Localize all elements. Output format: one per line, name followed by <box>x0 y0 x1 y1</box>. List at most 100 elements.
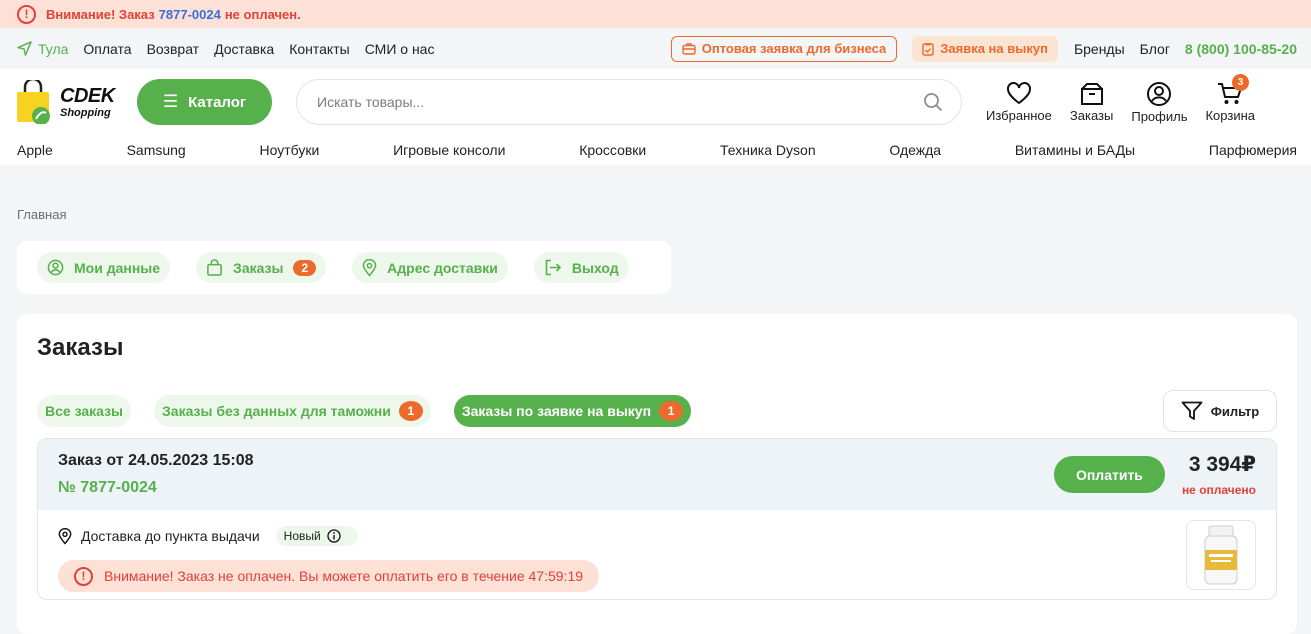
profile-link[interactable]: Профиль <box>1131 81 1187 124</box>
briefcase-icon <box>682 43 696 55</box>
delivery-info: Доставка до пункта выдачи Новый <box>58 526 1186 546</box>
alert-order-link[interactable]: 7877-0024 <box>159 7 221 22</box>
profile-label: Профиль <box>1131 108 1188 124</box>
alert-prefix: Внимание! Заказ <box>46 6 155 22</box>
search-input[interactable] <box>317 94 923 110</box>
tab-my-data-label: Мои данные <box>74 259 161 276</box>
tab-orders-label: Заказы <box>233 259 284 276</box>
category-apple[interactable]: Apple <box>17 142 53 158</box>
pay-button-label: Оплатить <box>1075 466 1143 483</box>
catalog-label: Каталог <box>188 93 247 111</box>
filter-all-label: Все заказы <box>45 403 124 419</box>
nav-link-delivery[interactable]: Доставка <box>214 41 274 57</box>
tab-logout-label: Выход <box>571 259 619 276</box>
map-pin-icon <box>58 527 72 545</box>
favorites-label: Избранное <box>986 107 1052 123</box>
filter-no-customs-label: Заказы без данных для таможни <box>162 403 391 419</box>
tab-delivery-address[interactable]: Адрес доставки <box>352 252 508 283</box>
order-number[interactable]: № 7877-0024 <box>58 479 1054 497</box>
nav-link-return[interactable]: Возврат <box>147 41 200 57</box>
no-customs-count-badge: 1 <box>398 401 423 421</box>
orders-count-badge: 2 <box>293 259 317 276</box>
category-samsung[interactable]: Samsung <box>127 142 186 158</box>
cart-count-badge: 3 <box>1232 73 1249 91</box>
tab-my-data[interactable]: Мои данные <box>37 252 171 283</box>
category-clothing[interactable]: Одежда <box>889 142 941 158</box>
filter-buyout-label: Заказы по заявке на выкуп <box>461 403 652 419</box>
orders-label: Заказы <box>1069 107 1114 123</box>
payment-warning-text: Внимание! Заказ не оплачен. Вы можете оп… <box>104 568 584 584</box>
unpaid-alert-banner: ! Внимание! Заказ 7877-0024 не оплачен. <box>0 0 1311 28</box>
filter-no-customs[interactable]: Заказы без данных для таможни 1 <box>154 395 431 427</box>
category-perfume[interactable]: Парфюмерия <box>1209 142 1297 158</box>
menu-icon: ☰ <box>162 92 179 111</box>
buyout-count-badge: 1 <box>659 401 684 421</box>
city-selector[interactable]: Тула <box>17 41 68 57</box>
category-sneakers[interactable]: Кроссовки <box>579 142 646 158</box>
nav-link-contacts[interactable]: Контакты <box>289 41 349 57</box>
nav-link-blog[interactable]: Блог <box>1140 41 1170 57</box>
page-title: Заказы <box>37 334 124 361</box>
alert-suffix: не оплачен. <box>224 6 301 22</box>
cart-link[interactable]: 3 Корзина <box>1205 73 1255 123</box>
filter-all-orders[interactable]: Все заказы <box>37 395 132 427</box>
main-header: CDEK Shopping ☰ Каталог Избранное Заказы… <box>0 69 1311 165</box>
category-bar: Apple Samsung Ноутбуки Игровые консоли К… <box>0 135 1311 165</box>
buyout-request-button[interactable]: Заявка на выкуп <box>912 35 1058 62</box>
filter-button[interactable]: Фильтр <box>1163 390 1277 432</box>
nav-link-brands[interactable]: Бренды <box>1074 41 1125 57</box>
orders-link[interactable]: Заказы <box>1070 82 1113 123</box>
order-date: Заказ от 24.05.2023 15:08 <box>58 452 254 469</box>
tab-logout[interactable]: Выход <box>533 252 629 283</box>
order-card: Заказ от 24.05.2023 15:08 № 7877-0024 Оп… <box>37 438 1277 600</box>
catalog-button[interactable]: ☰ Каталог <box>137 79 272 125</box>
box-icon <box>1080 82 1103 105</box>
filter-buyout-orders[interactable]: Заказы по заявке на выкуп 1 <box>453 395 692 427</box>
funnel-icon <box>1181 401 1203 420</box>
category-laptops[interactable]: Ноутбуки <box>260 142 320 158</box>
tab-orders[interactable]: Заказы 2 <box>196 252 327 283</box>
category-game-consoles[interactable]: Игровые консоли <box>393 142 505 158</box>
payment-warning: ! Внимание! Заказ не оплачен. Вы можете … <box>58 560 600 592</box>
exclamation-icon: ! <box>17 4 36 24</box>
favorites-link[interactable]: Избранное <box>986 81 1052 123</box>
phone-number[interactable]: 8 (800) 100-85-20 <box>1185 41 1297 57</box>
heart-icon <box>1006 81 1031 104</box>
buyout-label: Заявка на выкуп <box>940 41 1048 56</box>
filter-button-label: Фильтр <box>1210 403 1260 419</box>
category-dyson[interactable]: Техника Dyson <box>720 142 816 158</box>
pay-button[interactable]: Оплатить <box>1053 456 1165 493</box>
status-badge[interactable]: Новый <box>275 526 358 546</box>
tab-address-label: Адрес доставки <box>387 259 498 276</box>
city-name: Тула <box>38 40 69 57</box>
order-header: Заказ от 24.05.2023 15:08 № 7877-0024 Оп… <box>38 439 1276 510</box>
product-thumbnail[interactable] <box>1186 520 1256 590</box>
user-icon <box>1147 81 1172 106</box>
user-circle-icon <box>47 259 64 276</box>
status-label: Новый <box>283 529 321 543</box>
order-price: 3 394₽ <box>1188 453 1256 476</box>
wholesale-label: Оптовая заявка для бизнеса <box>701 41 887 56</box>
breadcrumb-home[interactable]: Главная <box>17 207 66 222</box>
vitamin-bottle-image <box>1204 525 1238 585</box>
cart-label: Корзина <box>1205 107 1255 123</box>
exclamation-icon: ! <box>74 566 93 586</box>
logo-text-shopping: Shopping <box>60 106 111 119</box>
shopping-bag-logo-icon <box>17 80 50 124</box>
logo-text-cdek: CDEK <box>60 84 115 107</box>
nav-link-payment[interactable]: Оплата <box>83 41 131 57</box>
info-icon <box>327 529 341 543</box>
logout-icon <box>545 259 562 276</box>
nav-link-media[interactable]: СМИ о нас <box>365 41 435 57</box>
wholesale-request-button[interactable]: Оптовая заявка для бизнеса <box>670 35 898 62</box>
order-filters: Все заказы Заказы без данных для таможни… <box>37 390 1277 432</box>
payment-status: не оплачено <box>1181 483 1256 497</box>
search-icon[interactable] <box>923 92 943 112</box>
breadcrumb: Главная <box>17 207 1297 222</box>
cdek-shopping-logo[interactable]: CDEK Shopping <box>16 80 137 124</box>
shopping-bag-icon <box>207 259 222 276</box>
category-vitamins[interactable]: Витамины и БАДы <box>1015 142 1135 158</box>
orders-section: Заказы Все заказы Заказы без данных для … <box>17 314 1297 634</box>
order-body: Доставка до пункта выдачи Новый ! Вниман… <box>38 510 1276 592</box>
delivery-method: Доставка до пункта выдачи <box>81 528 260 544</box>
